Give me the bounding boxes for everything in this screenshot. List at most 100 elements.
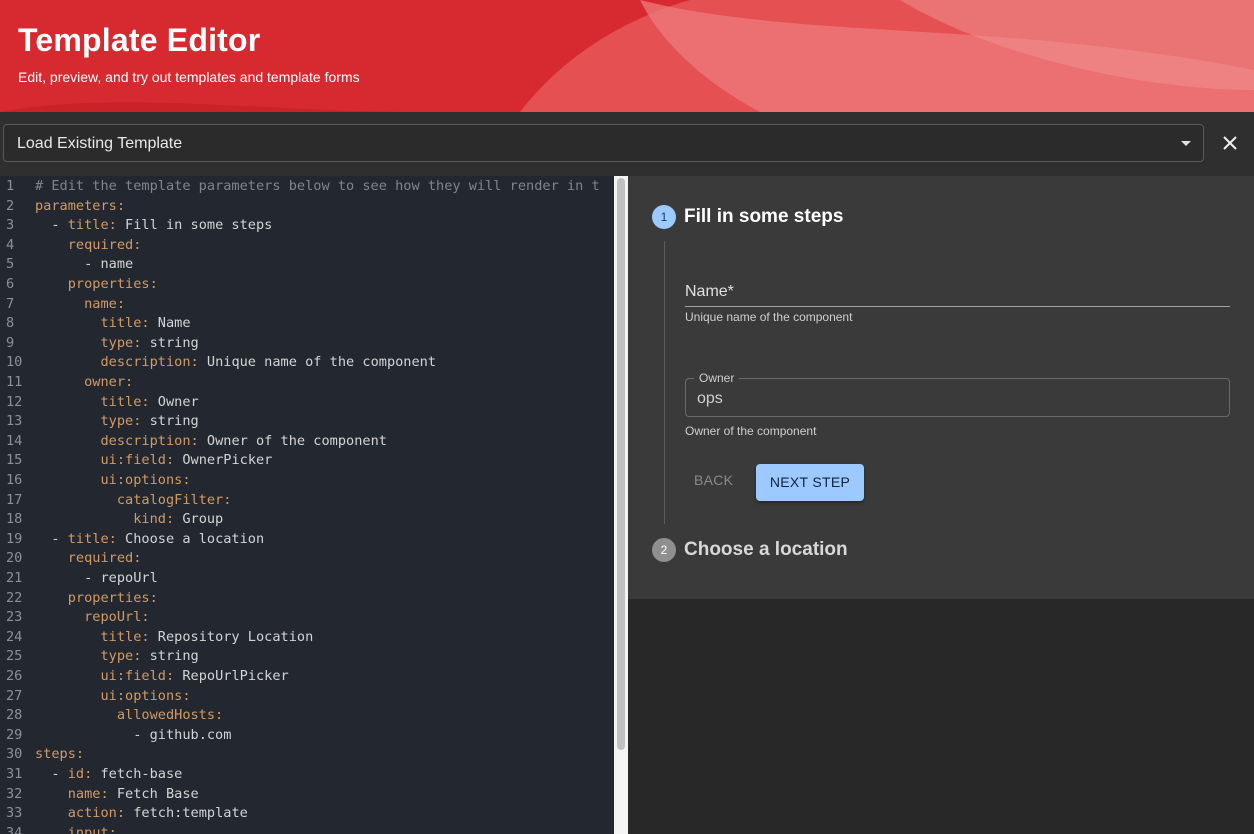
load-template-select[interactable]: Load Existing Template: [3, 124, 1204, 162]
code-line[interactable]: 6 properties:: [0, 276, 614, 296]
code-line[interactable]: 27 ui:options:: [0, 688, 614, 708]
yaml-key: required:: [67, 550, 142, 567]
code-line[interactable]: 34 input:: [0, 825, 614, 834]
code-text: ui:field: OwnerPicker: [35, 452, 272, 468]
code-line[interactable]: 25 type: string: [0, 648, 614, 668]
yaml-key: action:: [67, 805, 126, 822]
code-indent: -: [35, 217, 68, 234]
yaml-key: required:: [67, 236, 142, 253]
yaml-value: fetch-base: [92, 766, 183, 782]
line-number: 2: [6, 197, 15, 214]
line-number: 29: [6, 726, 23, 743]
yaml-value: Fetch Base: [108, 785, 199, 802]
yaml-value: OwnerPicker: [174, 452, 273, 469]
stepper-card: 1 Fill in some steps Name* Unique name o…: [628, 176, 1254, 599]
code-text: kind: Group: [35, 511, 223, 527]
yaml-key: owner:: [84, 374, 134, 390]
line-number: 10: [6, 354, 23, 371]
code-text: required:: [35, 236, 142, 253]
line-number: 18: [6, 511, 23, 528]
code-text: name: Fetch Base: [35, 786, 199, 802]
code-line[interactable]: 1 # Edit the template parameters below to…: [0, 178, 614, 198]
line-number: 1: [6, 178, 15, 194]
yaml-key: allowedHosts:: [116, 707, 224, 724]
yaml-key: repoUrl:: [84, 609, 150, 626]
code-text: type: string: [35, 335, 198, 351]
code-text: ui:options:: [35, 472, 190, 488]
code-line[interactable]: 33 action: fetch:template: [0, 805, 614, 825]
code-text: - repoUrl: [35, 570, 158, 586]
back-button[interactable]: BACK: [694, 472, 733, 488]
code-line[interactable]: 22 properties:: [0, 590, 614, 610]
code-line[interactable]: 21 - repoUrl: [0, 570, 614, 590]
owner-picker-field[interactable]: Owner ops: [685, 371, 1230, 417]
code-line[interactable]: 28 allowedHosts:: [0, 707, 614, 727]
code-line[interactable]: 31 - id: fetch-base: [0, 766, 614, 786]
code-line[interactable]: 30 steps:: [0, 746, 614, 766]
code-text: - title: Fill in some steps: [35, 217, 272, 233]
code-line[interactable]: 11 owner:: [0, 374, 614, 394]
code-line[interactable]: 7 name:: [0, 296, 614, 316]
code-line[interactable]: 26 ui:field: RepoUrlPicker: [0, 668, 614, 688]
next-step-button[interactable]: NEXT STEP: [756, 464, 864, 501]
yaml-key: description:: [100, 354, 199, 371]
code-line[interactable]: 13 type: string: [0, 413, 614, 433]
yaml-key: title:: [100, 628, 150, 645]
line-number: 3: [6, 217, 15, 234]
code-line[interactable]: 29 - github.com: [0, 727, 614, 747]
line-number: 19: [6, 530, 23, 547]
code-line[interactable]: 5 - name: [0, 256, 614, 276]
code-line[interactable]: 8 title: Name: [0, 315, 614, 335]
code-line[interactable]: 12 title: Owner: [0, 394, 614, 414]
yaml-value: string: [141, 648, 199, 665]
yaml-value: string: [141, 413, 199, 430]
code-text: description: Owner of the component: [35, 433, 386, 449]
code-line[interactable]: 15 ui:field: OwnerPicker: [0, 452, 614, 472]
code-line[interactable]: 17 catalogFilter:: [0, 492, 614, 512]
close-button[interactable]: [1216, 132, 1244, 156]
name-input[interactable]: [685, 306, 1230, 307]
line-number: 28: [6, 707, 23, 724]
yaml-value: Owner: [149, 393, 199, 410]
code-line[interactable]: 20 required:: [0, 550, 614, 570]
code-line[interactable]: 23 repoUrl:: [0, 609, 614, 629]
code-text: - github.com: [35, 727, 231, 743]
code-line[interactable]: 14 description: Owner of the component: [0, 433, 614, 453]
code-line[interactable]: 18 kind: Group: [0, 511, 614, 531]
yaml-key: ui:field:: [100, 452, 175, 469]
code-line[interactable]: 2 parameters:: [0, 198, 614, 218]
code-line[interactable]: 3 - title: Fill in some steps: [0, 217, 614, 237]
step-2-title: Choose a location: [684, 539, 848, 560]
yaml-key: ui:options:: [100, 687, 191, 704]
editor-scrollbar-thumb[interactable]: [617, 178, 625, 750]
code-text: ui:options:: [35, 687, 191, 704]
code-line[interactable]: 32 name: Fetch Base: [0, 786, 614, 806]
code-line[interactable]: 16 ui:options:: [0, 472, 614, 492]
page-title: Template Editor: [18, 22, 261, 58]
yaml-code-editor[interactable]: 1 # Edit the template parameters below to…: [0, 176, 614, 834]
code-comment: # Edit the template parameters below to …: [35, 178, 600, 194]
line-number: 9: [6, 334, 15, 351]
code-text: input:: [35, 825, 117, 834]
code-line[interactable]: 24 title: Repository Location: [0, 629, 614, 649]
code-indent: -: [35, 766, 68, 782]
yaml-key: title:: [67, 530, 117, 547]
code-line[interactable]: 10 description: Unique name of the compo…: [0, 354, 614, 374]
code-line[interactable]: 19 - title: Choose a location: [0, 531, 614, 551]
yaml-key: name:: [84, 295, 126, 312]
code-line[interactable]: 4 required:: [0, 237, 614, 257]
code-line[interactable]: 9 type: string: [0, 335, 614, 355]
